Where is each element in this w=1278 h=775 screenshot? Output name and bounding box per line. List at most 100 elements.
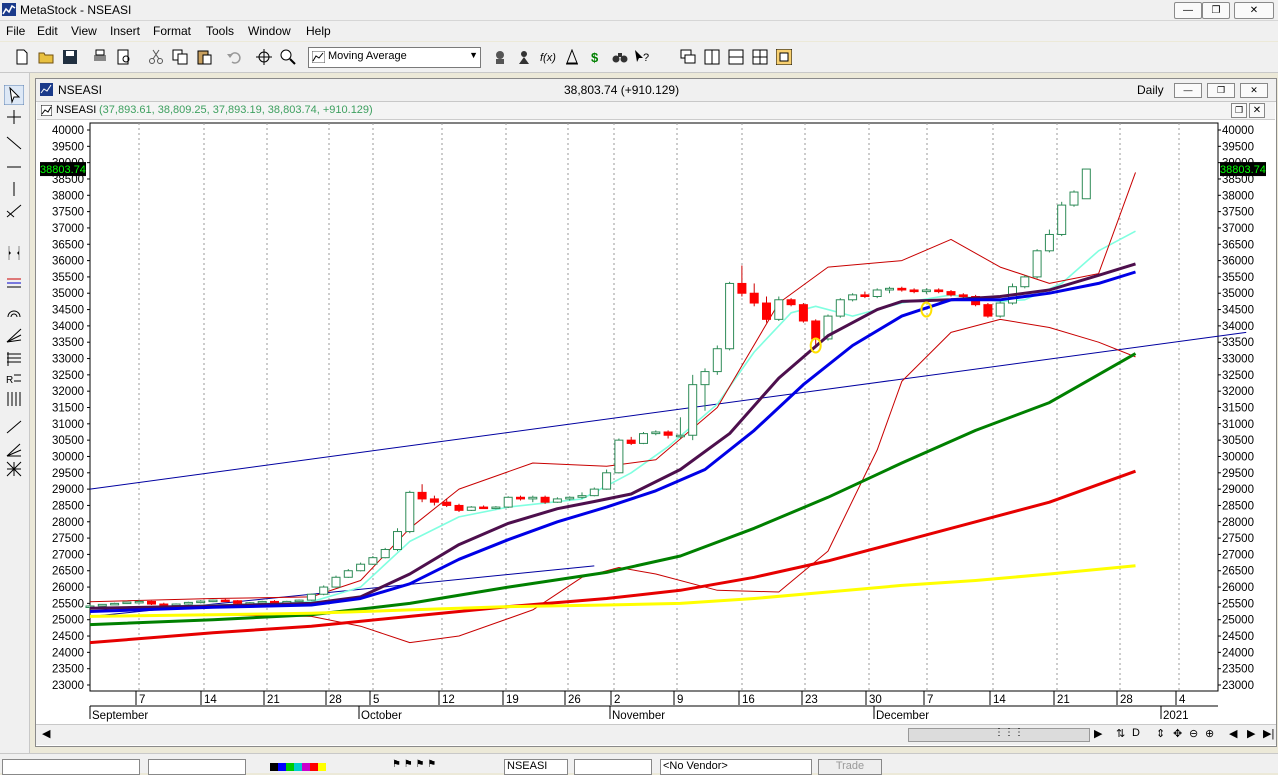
system-tester-icon[interactable]	[516, 49, 532, 65]
menu-tools[interactable]: Tools	[206, 24, 234, 38]
print-preview-icon[interactable]	[116, 49, 132, 65]
retracement-tool-icon[interactable]	[6, 351, 22, 367]
scroll-right-icon[interactable]: ▶	[1094, 727, 1102, 740]
chart-restore-button[interactable]: ❐	[1207, 83, 1235, 98]
vertical-line-tool-icon[interactable]	[6, 181, 22, 197]
candle-body	[368, 557, 378, 565]
y-tick-label: 28500	[1222, 500, 1254, 512]
expert-advisor-icon[interactable]	[492, 49, 508, 65]
dollar-icon[interactable]: $	[588, 49, 604, 65]
periodicity-d-icon[interactable]: D	[1132, 727, 1140, 739]
print-icon[interactable]	[92, 49, 108, 65]
save-icon[interactable]	[62, 49, 78, 65]
copy-icon[interactable]	[172, 49, 188, 65]
candle-body	[565, 496, 575, 500]
scroll-left-icon[interactable]: ◀	[42, 727, 50, 740]
page-right-icon[interactable]: ▶	[1247, 727, 1255, 740]
menu-edit[interactable]: Edit	[37, 24, 58, 38]
gann-fan-tool-icon[interactable]	[6, 441, 22, 457]
chart-close-button[interactable]: ✕	[1240, 83, 1268, 98]
line-weight-dropdown[interactable]	[148, 759, 246, 775]
maximize-button[interactable]: ❐	[1202, 2, 1230, 19]
drawing-toolbar: R	[0, 73, 30, 753]
candle-body	[737, 282, 747, 294]
menu-window[interactable]: Window	[248, 24, 291, 38]
end-icon[interactable]: ▶|	[1263, 727, 1274, 740]
y-tick-label: 34000	[1222, 321, 1254, 333]
y-tick-label: 27000	[1222, 549, 1254, 561]
fan-lines-tool-icon[interactable]	[6, 327, 22, 343]
zoom-icon[interactable]	[280, 49, 296, 65]
crosshair-icon[interactable]	[256, 49, 272, 65]
security-field[interactable]: NSEASI	[504, 759, 568, 775]
minimize-button[interactable]: —	[1174, 2, 1202, 19]
y-tick-label: 28000	[1222, 517, 1254, 529]
menu-view[interactable]: View	[71, 24, 97, 38]
periodicity-label[interactable]: Daily	[1137, 83, 1164, 97]
crosshair-tool-icon[interactable]	[6, 109, 22, 125]
page-left-icon[interactable]: ◀	[1229, 727, 1237, 740]
y-tick-label: 31000	[1222, 419, 1254, 431]
candle-body	[516, 496, 525, 500]
chart-minimize-button[interactable]: —	[1174, 83, 1202, 98]
tile-grid-icon[interactable]	[752, 49, 768, 65]
horizontal-line-tool-icon[interactable]	[6, 159, 22, 175]
refresh-icon[interactable]: ⇅	[1116, 727, 1125, 740]
candle-body	[626, 439, 636, 444]
line-style-dropdown[interactable]	[2, 759, 140, 775]
color-palette[interactable]	[270, 760, 360, 771]
speed-lines-tool-icon[interactable]: R	[6, 371, 22, 387]
vendor-dropdown[interactable]: <No Vendor>	[660, 759, 812, 775]
cascade-icon[interactable]	[680, 49, 696, 65]
zoom-out-icon[interactable]: ⊖	[1189, 727, 1198, 740]
y-tick-label: 27500	[52, 533, 84, 545]
binoculars-icon[interactable]	[612, 49, 628, 65]
undo-icon[interactable]	[226, 49, 242, 65]
chart-window-titlebar: NSEASI 38,803.74 (+910.129) Daily — ❐ ✕	[36, 79, 1276, 102]
chart-window: NSEASI 38,803.74 (+910.129) Daily — ❐ ✕ …	[35, 78, 1277, 747]
trendline-tool-icon[interactable]	[6, 135, 22, 151]
candle-body	[577, 495, 587, 498]
help-pointer-icon[interactable]: ?	[634, 49, 650, 65]
object-icons[interactable]: ⚑ ⚑ ⚑ ⚑	[392, 759, 482, 773]
exchange-dropdown[interactable]	[574, 759, 652, 775]
menu-format[interactable]: Format	[153, 24, 191, 38]
line-tool-icon[interactable]	[6, 419, 22, 435]
close-button[interactable]: ✕	[1234, 2, 1274, 19]
x-tick-label: 21	[267, 694, 280, 706]
tile-horizontal-icon[interactable]	[728, 49, 744, 65]
trade-button[interactable]: Trade	[818, 759, 882, 775]
chart-symbol: NSEASI	[58, 83, 103, 97]
gann-grid-tool-icon[interactable]	[6, 461, 22, 477]
paste-icon[interactable]	[196, 49, 212, 65]
raff-channel-tool-icon[interactable]	[6, 203, 22, 219]
fibonacci-tool-icon[interactable]	[6, 275, 22, 291]
arrange-icon[interactable]	[776, 49, 792, 65]
indicator-dropdown[interactable]: Moving Average ▼	[308, 47, 481, 68]
x-tick-label: 26	[568, 694, 581, 706]
cycle-lines-tool-icon[interactable]	[6, 245, 22, 261]
fibonacci-arcs-tool-icon[interactable]	[6, 303, 22, 319]
pointer-tool-icon[interactable]	[4, 85, 24, 105]
new-icon[interactable]	[14, 49, 30, 65]
menu-file[interactable]: File	[6, 24, 25, 38]
last-price-label: 38803.74	[1220, 164, 1266, 176]
menu-help[interactable]: Help	[306, 24, 331, 38]
tile-vertical-icon[interactable]	[704, 49, 720, 65]
price-chart[interactable]: 23000 23500 24000 24500 25000 25500 26000 26500…	[36, 120, 1274, 724]
time-zones-tool-icon[interactable]	[6, 391, 22, 407]
zoom-in-icon[interactable]: ⊕	[1205, 727, 1214, 740]
formula-icon[interactable]: f(x)	[540, 49, 556, 65]
scale-icon[interactable]: ⇕	[1156, 727, 1165, 740]
y-tick-label: 32000	[1222, 386, 1254, 398]
cut-icon[interactable]	[148, 49, 164, 65]
menu-bar: File Edit View Insert Format Tools Windo…	[0, 21, 1278, 41]
window-title: MetaStock - NSEASI	[20, 3, 132, 17]
menu-insert[interactable]: Insert	[110, 24, 140, 38]
inner-restore-button[interactable]: ❐	[1231, 103, 1247, 118]
last-quote: 38,803.74 (+910.129)	[564, 83, 680, 97]
open-icon[interactable]	[38, 49, 54, 65]
move-icon[interactable]: ✥	[1173, 727, 1182, 740]
explorer-icon[interactable]	[564, 49, 580, 65]
inner-close-button[interactable]: ✕	[1249, 103, 1265, 118]
